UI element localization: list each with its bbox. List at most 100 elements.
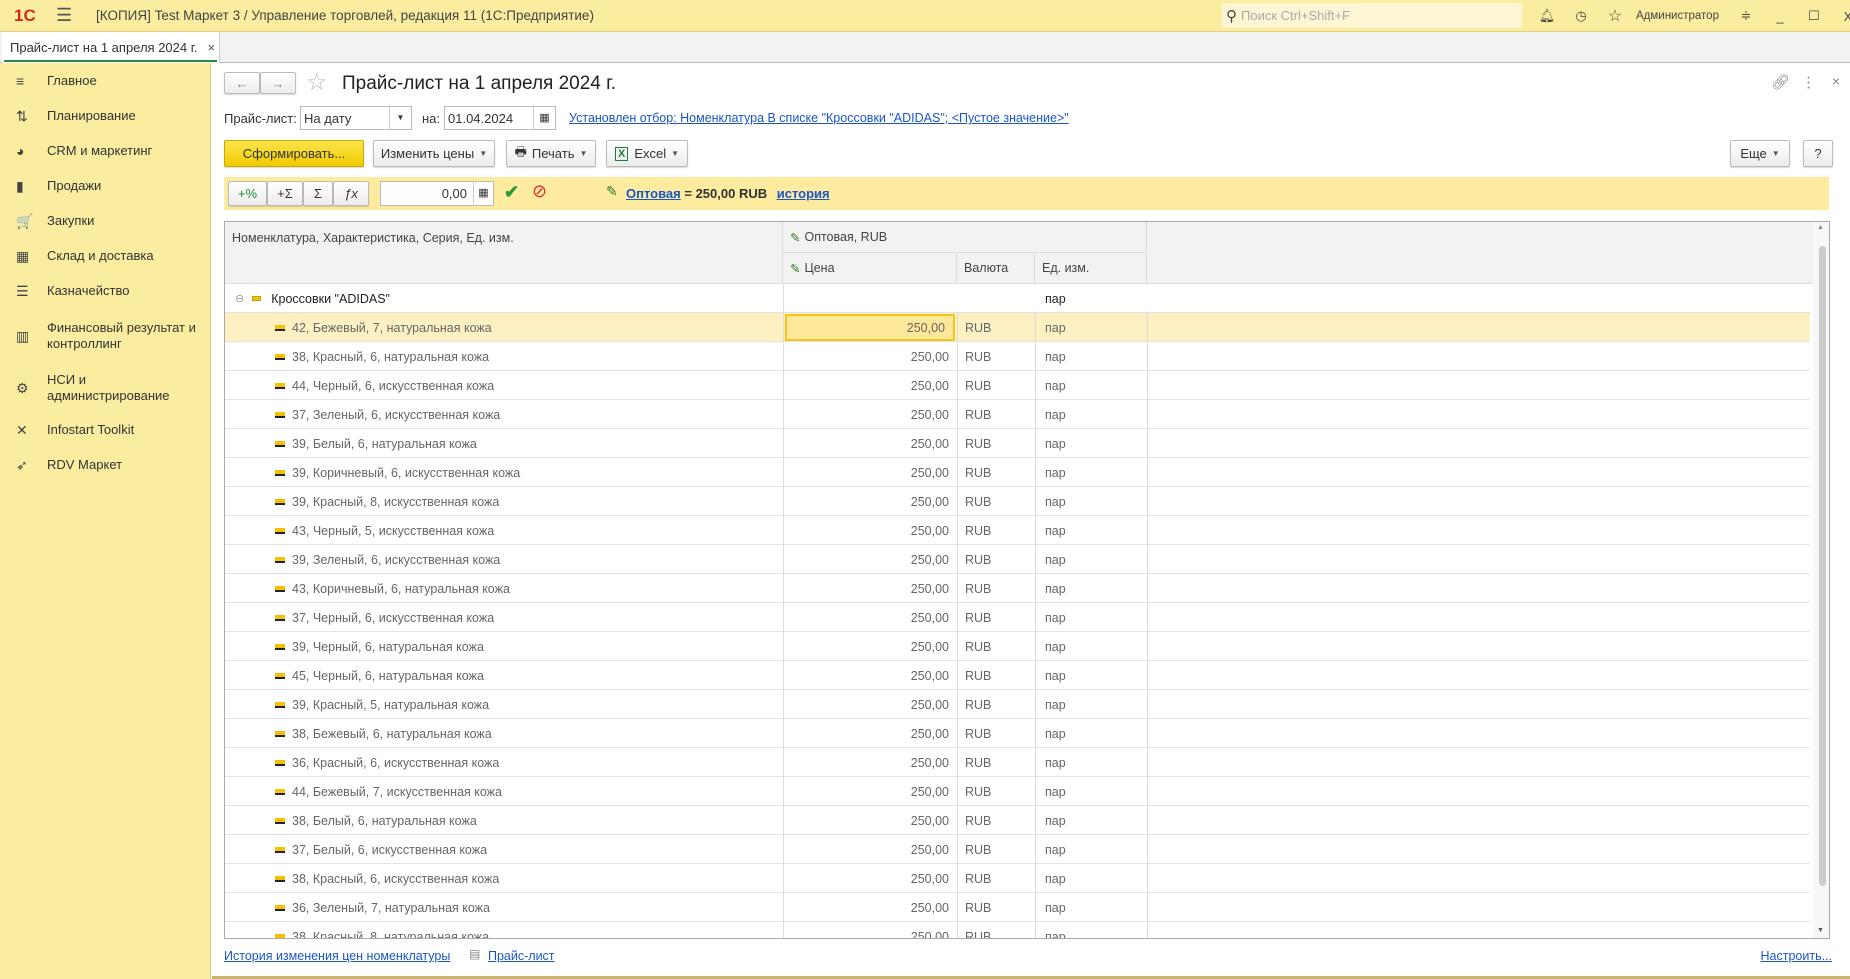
group-row[interactable]: ⊖ Кроссовки "ADIDAS" пар xyxy=(225,284,1810,313)
favorite-star-icon[interactable]: ☆ xyxy=(306,68,328,97)
main-menu-icon[interactable]: ☰ xyxy=(56,5,86,26)
price-cell[interactable]: 250,00 xyxy=(783,342,957,371)
price-history-link[interactable]: История изменения цен номенклатуры xyxy=(224,949,450,963)
sidebar-item[interactable]: ✕ Infostart Toolkit xyxy=(0,418,202,442)
price-cell[interactable]: 250,00 xyxy=(783,690,957,719)
price-cell[interactable]: 250,00 xyxy=(783,864,957,893)
price-cell[interactable]: 250,00 xyxy=(783,574,957,603)
excel-button[interactable]: X Excel ▼ xyxy=(606,140,688,167)
add-sum-button[interactable]: +Σ xyxy=(267,181,303,206)
sidebar-item[interactable]: ▦ Склад и доставка xyxy=(0,244,202,268)
add-percent-button[interactable]: +% xyxy=(228,181,267,206)
settings-link[interactable]: Настроить... xyxy=(1761,949,1833,963)
sidebar-item[interactable]: ⚙ НСИ и администрирование xyxy=(0,366,202,410)
table-row[interactable]: 44, Бежевый, 7, искусственная кожа 250,00… xyxy=(225,777,1810,806)
more-button[interactable]: Еще ▼ xyxy=(1730,140,1790,167)
back-button[interactable]: ← xyxy=(224,72,260,94)
apply-check-icon[interactable]: ✔ xyxy=(504,182,519,203)
price-cell[interactable]: 250,00 xyxy=(783,922,957,939)
table-row[interactable]: 45, Черный, 6, натуральная кожа 250,00 RUB… xyxy=(225,661,1810,690)
settings-menu-icon[interactable]: ≑ xyxy=(1729,8,1763,24)
col-header-unit[interactable]: Ед. изм. xyxy=(1035,253,1147,284)
sidebar-item[interactable]: ⇅ Планирование xyxy=(0,104,202,128)
value-input[interactable]: 0,00 ▦ xyxy=(380,181,494,206)
table-row[interactable]: 42, Бежевый, 7, натуральная кожа 250,00 RU… xyxy=(225,313,1810,342)
search-input[interactable]: ⚲ Поиск Ctrl+Shift+F xyxy=(1222,3,1522,28)
table-row[interactable]: 39, Красный, 5, натуральная кожа 250,00 RU… xyxy=(225,690,1810,719)
table-row[interactable]: 39, Коричневый, 6, искусственная кожа 250… xyxy=(225,458,1810,487)
calendar-icon[interactable]: ▦ xyxy=(533,107,555,129)
table-row[interactable]: 37, Зеленый, 6, искусственная кожа 250,00… xyxy=(225,400,1810,429)
col-header-currency[interactable]: Валюта xyxy=(957,253,1035,284)
link-icon[interactable]: 🔗︎ xyxy=(1771,73,1790,91)
table-row[interactable]: 39, Черный, 6, натуральная кожа 250,00 RUB… xyxy=(225,632,1810,661)
price-cell[interactable]: 250,00 xyxy=(783,545,957,574)
pricelist-report-link[interactable]: Прайс-лист xyxy=(488,949,555,963)
price-cell[interactable]: 250,00 xyxy=(783,719,957,748)
collapse-icon[interactable]: ⊖ xyxy=(235,292,244,305)
vertical-scrollbar[interactable]: ▲ ▼ xyxy=(1813,222,1829,938)
price-cell[interactable]: 250,00 xyxy=(783,516,957,545)
price-cell[interactable]: 250,00 xyxy=(783,661,957,690)
sidebar-item[interactable]: ≡ Главное xyxy=(0,69,202,93)
minimize-icon[interactable]: _ xyxy=(1763,9,1797,24)
sidebar-item[interactable]: ☰ Казначейство xyxy=(0,279,202,303)
table-row[interactable]: 39, Зеленый, 6, искусственная кожа 250,00… xyxy=(225,545,1810,574)
price-cell[interactable]: 250,00 xyxy=(783,893,957,922)
price-type-link[interactable]: Оптовая xyxy=(626,186,681,201)
table-row[interactable]: 43, Черный, 5, искусственная кожа 250,00 R… xyxy=(225,516,1810,545)
price-cell[interactable]: 250,00 xyxy=(783,632,957,661)
sidebar-item[interactable]: ▮ Продажи xyxy=(0,174,202,198)
user-name[interactable]: Администратор xyxy=(1636,10,1719,22)
help-button[interactable]: ? xyxy=(1803,140,1833,167)
sidebar-item[interactable]: ◕ CRM и маркетинг xyxy=(0,139,202,163)
sidebar-item[interactable]: 🛒 Закупки xyxy=(0,209,202,233)
price-cell[interactable]: 250,00 xyxy=(785,314,955,341)
price-cell[interactable]: 250,00 xyxy=(783,400,957,429)
sidebar-item[interactable]: ➶ RDV Маркет xyxy=(0,453,202,477)
price-cell[interactable]: 250,00 xyxy=(783,487,957,516)
more-vert-icon[interactable]: ⋮ xyxy=(1801,73,1816,91)
filter-link[interactable]: Установлен отбор: Номенклатура В списке … xyxy=(569,111,1069,125)
date-input[interactable]: 01.04.2024 ▦ xyxy=(444,106,556,130)
calculator-icon[interactable]: ▦ xyxy=(473,182,493,205)
sum-button[interactable]: Σ xyxy=(303,181,333,206)
table-row[interactable]: 37, Черный, 6, искусственная кожа 250,00 R… xyxy=(225,603,1810,632)
col-header-price[interactable]: ✎ Цена xyxy=(783,253,957,284)
price-cell[interactable]: 250,00 xyxy=(783,835,957,864)
sidebar-item[interactable]: ▥ Финансовый результат и контроллинг xyxy=(0,314,202,358)
forward-button[interactable]: → xyxy=(260,72,296,94)
table-row[interactable]: 38, Бежевый, 6, натуральная кожа 250,00 RU… xyxy=(225,719,1810,748)
table-row[interactable]: 38, Красный, 8, натуральная кожа 250,00 RU… xyxy=(225,922,1810,939)
col-header-name[interactable]: Номенклатура, Характеристика, Серия, Ед.… xyxy=(225,222,783,284)
table-row[interactable]: 37, Белый, 6, искусственная кожа 250,00 RU… xyxy=(225,835,1810,864)
cancel-icon[interactable]: ⊘ xyxy=(532,181,547,202)
history-icon[interactable]: ◷ xyxy=(1564,8,1598,24)
generate-button[interactable]: Сформировать... xyxy=(224,140,364,167)
table-row[interactable]: 36, Красный, 6, искусственная кожа 250,00… xyxy=(225,748,1810,777)
change-prices-button[interactable]: Изменить цены ▼ xyxy=(373,140,495,167)
table-row[interactable]: 38, Белый, 6, натуральная кожа 250,00 RUB п… xyxy=(225,806,1810,835)
table-row[interactable]: 44, Черный, 6, искусственная кожа 250,00 R… xyxy=(225,371,1810,400)
close-tab-icon[interactable]: × xyxy=(208,40,216,55)
tab-pricelist[interactable]: Прайс-лист на 1 апреля 2024 г. × xyxy=(2,32,220,63)
table-row[interactable]: 38, Красный, 6, натуральная кожа 250,00 RU… xyxy=(225,342,1810,371)
star-icon[interactable]: ☆ xyxy=(1598,6,1632,26)
print-button[interactable]: 🖶 Печать ▼ xyxy=(506,140,596,167)
bell-icon[interactable]: 🔔︎ xyxy=(1530,8,1564,24)
formula-button[interactable]: ƒx xyxy=(333,181,369,206)
price-cell[interactable]: 250,00 xyxy=(783,458,957,487)
table-row[interactable]: 36, Зеленый, 7, натуральная кожа 250,00 RU… xyxy=(225,893,1810,922)
table-row[interactable]: 38, Красный, 6, искусственная кожа 250,00… xyxy=(225,864,1810,893)
price-cell[interactable]: 250,00 xyxy=(783,777,957,806)
close-window-icon[interactable]: X xyxy=(1831,9,1850,24)
chevron-down-icon[interactable]: ▼ xyxy=(389,107,411,129)
price-cell[interactable]: 250,00 xyxy=(783,603,957,632)
history-link[interactable]: история xyxy=(777,186,830,201)
price-cell[interactable]: 250,00 xyxy=(783,429,957,458)
maximize-icon[interactable]: ☐ xyxy=(1797,8,1831,24)
table-row[interactable]: 43, Коричневый, 6, натуральная кожа 250,0… xyxy=(225,574,1810,603)
table-row[interactable]: 39, Красный, 8, искусственная кожа 250,00… xyxy=(225,487,1810,516)
pricelist-select[interactable]: На дату ▼ xyxy=(300,106,412,130)
table-row[interactable]: 39, Белый, 6, натуральная кожа 250,00 RUB п… xyxy=(225,429,1810,458)
